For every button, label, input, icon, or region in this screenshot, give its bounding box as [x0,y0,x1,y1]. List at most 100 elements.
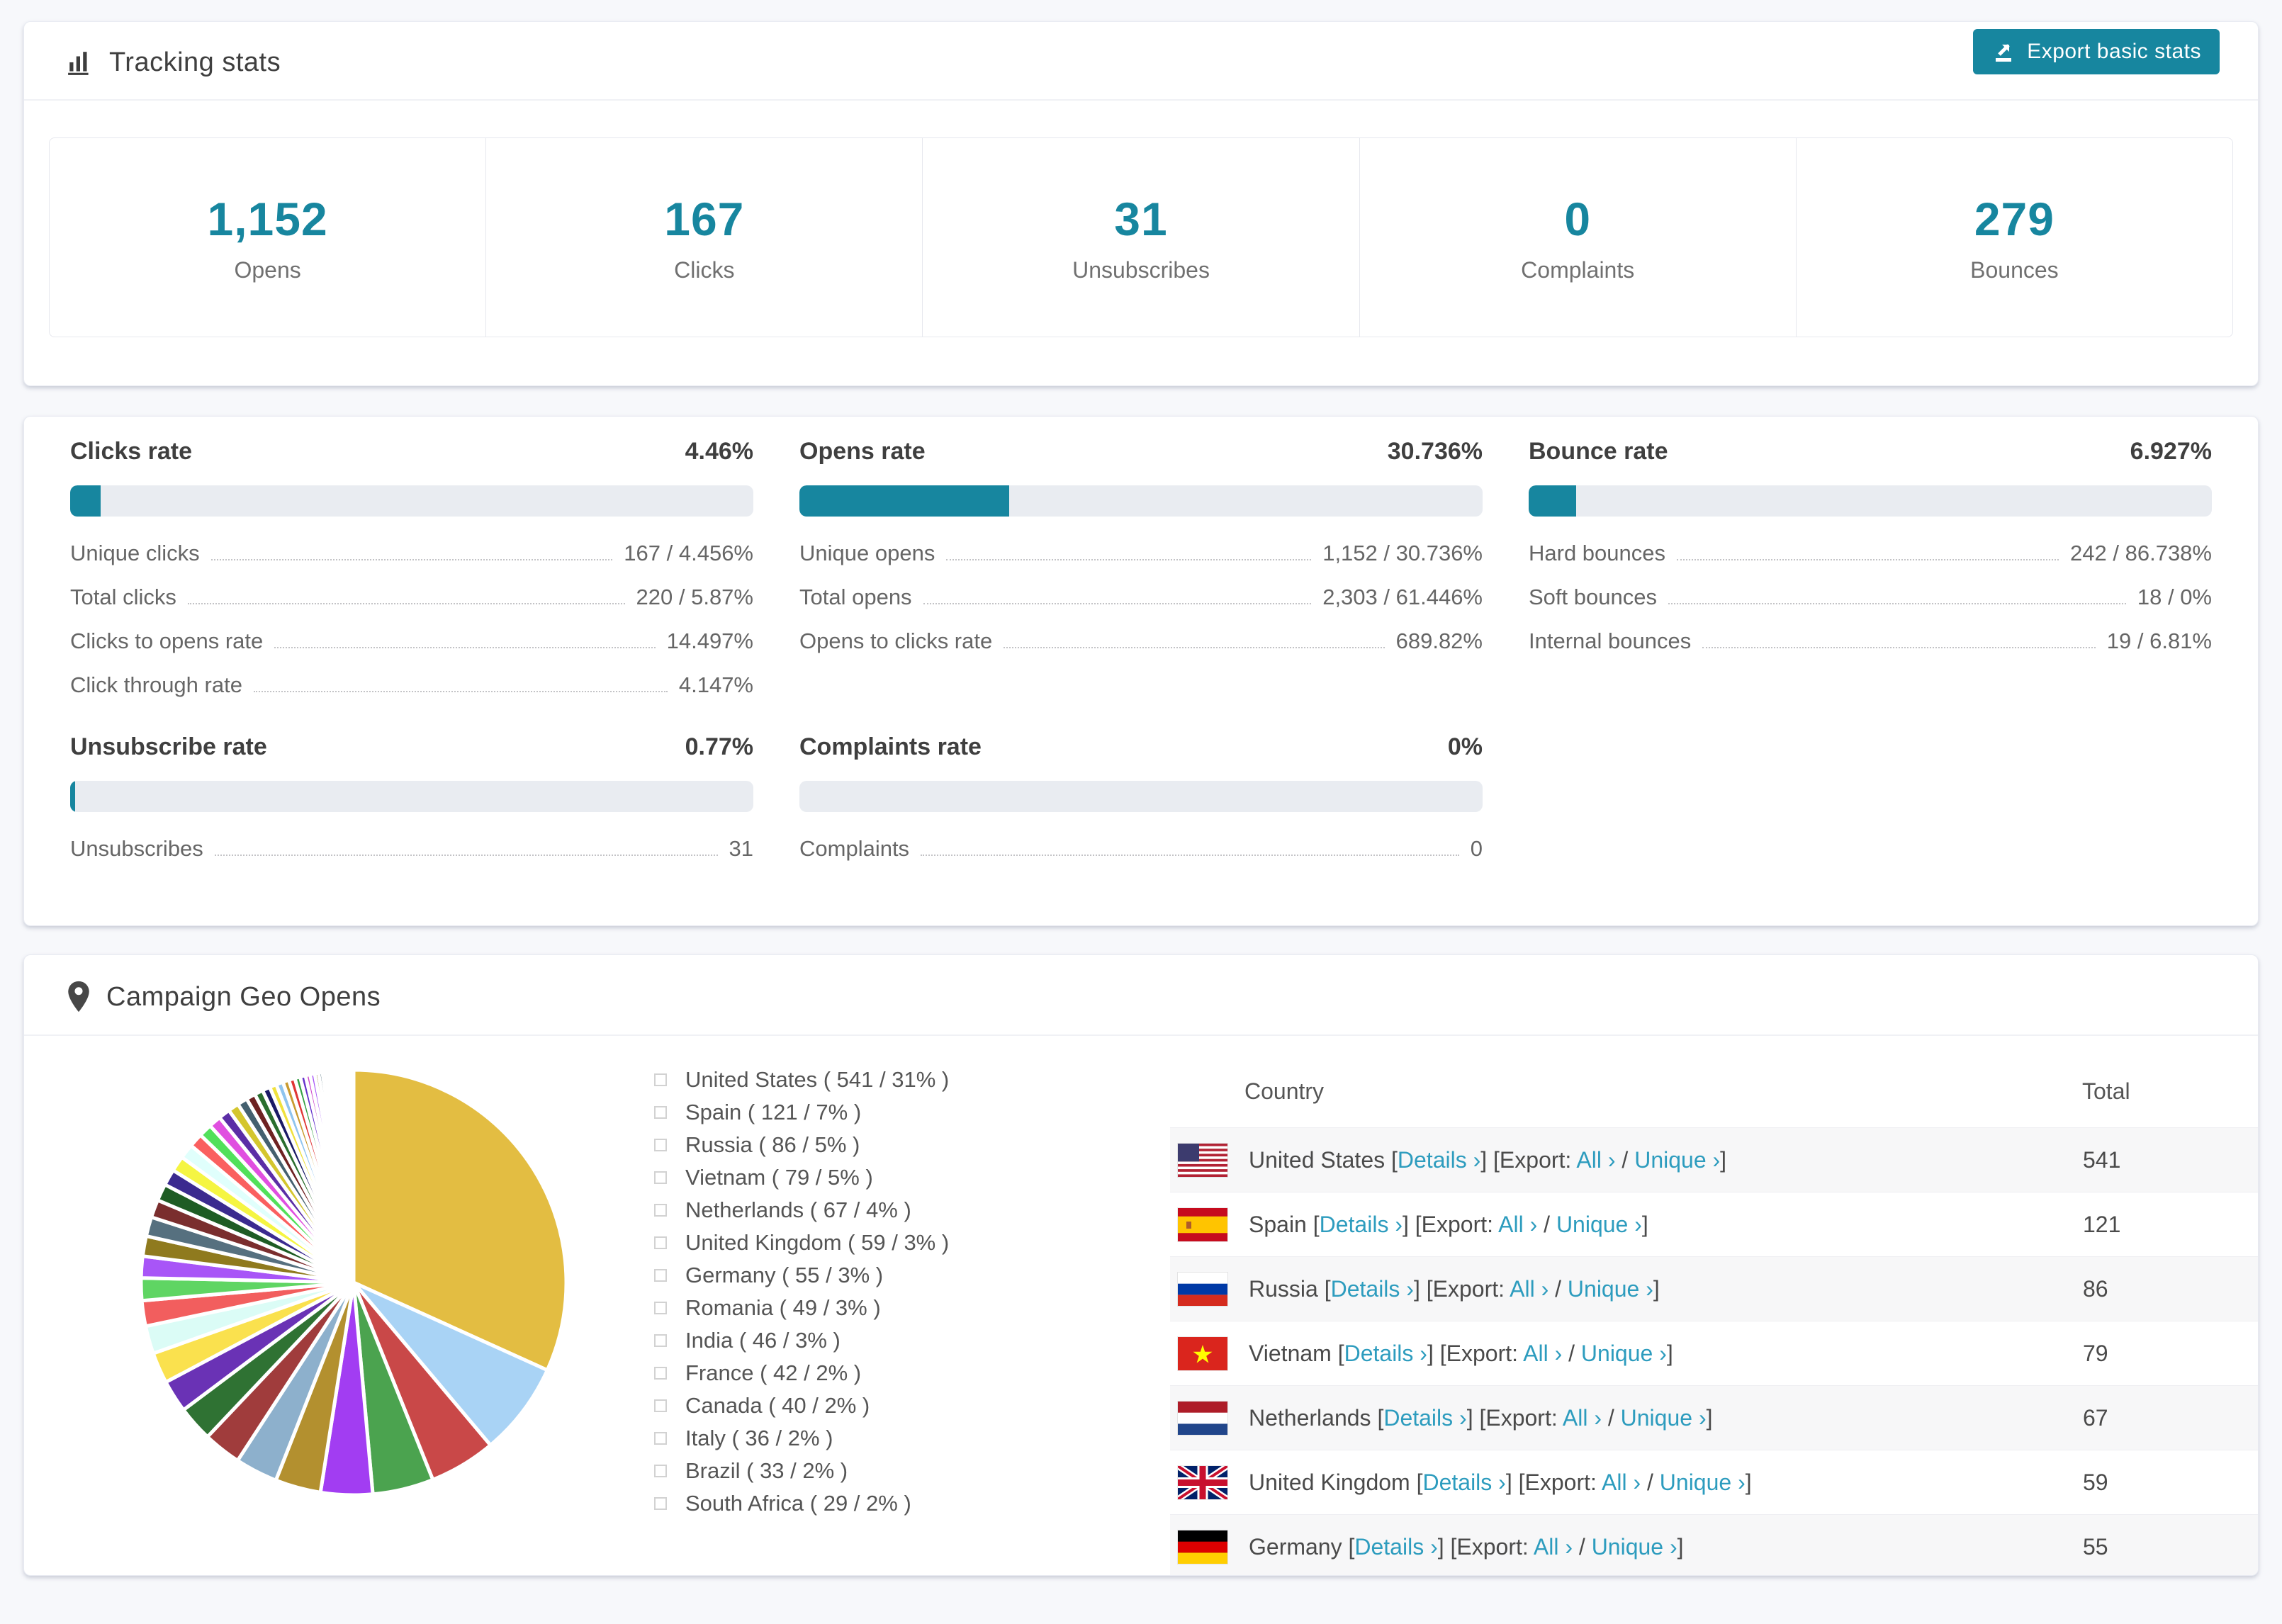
rate-detail-row: Total clicks 220 / 5.87% [70,585,753,610]
pie-slice[interactable] [351,1068,356,1283]
legend-color-swatch [654,1497,667,1510]
rate-row-value: 4.147% [678,672,753,697]
rate-title: Clicks rate [70,438,192,465]
table-row: Germany [Details ›] [Export: All › / Uni… [1170,1514,2258,1575]
rate-progress-fill [70,485,101,517]
stat-value: 1,152 [207,192,328,245]
total-cell: 55 [2083,1533,2108,1560]
legend-label: South Africa ( 29 / 2% ) [685,1491,911,1516]
legend-item: Germany ( 55 / 3% ) [654,1263,949,1288]
export-label: Export: [1421,1211,1494,1237]
country-column-header: Country [1244,1078,1325,1104]
summary-stat: 0 Complaints [1360,138,1797,337]
details-link[interactable]: Details › [1344,1341,1427,1366]
tracking-stats-card: Tracking stats Export basic stats 1,152 … [23,21,2259,386]
export-all-link[interactable]: All › [1576,1147,1615,1173]
export-label: Export: [1446,1340,1518,1366]
export-label: Export: [1524,1469,1597,1495]
total-cell: 79 [2083,1340,2108,1366]
legend-color-swatch [654,1302,667,1314]
dotted-leader [1677,559,2059,560]
country-name: United States [1249,1146,1386,1173]
legend-color-swatch [654,1139,667,1151]
rate-value: 4.46% [685,438,753,465]
table-row: Vietnam [Details ›] [Export: All › / Uni… [1170,1321,2258,1386]
details-link[interactable]: Details › [1331,1276,1414,1302]
table-row: Russia [Details ›] [Export: All › / Uniq… [1170,1256,2258,1321]
legend-color-swatch [654,1236,667,1249]
export-unique-link[interactable]: Unique › [1634,1147,1720,1173]
export-basic-stats-button[interactable]: Export basic stats [1973,29,2220,74]
dotted-leader [187,603,625,604]
details-link[interactable]: Details › [1320,1212,1403,1237]
table-row: United Kingdom [Details ›] [Export: All … [1170,1450,2258,1515]
legend-item: Italy ( 36 / 2% ) [654,1426,949,1451]
rate-detail-row: Hard bounces 242 / 86.738% [1529,541,2212,566]
dotted-leader [274,647,656,648]
rate-progress-bar [799,781,1483,812]
export-all-link[interactable]: All › [1602,1470,1641,1495]
rate-block: Unsubscribe rate 0.77% Unsubscribes 31 [70,733,753,862]
rate-row-label: Complaints [799,836,910,861]
details-link[interactable]: Details › [1422,1470,1505,1495]
rate-row-value: 19 / 6.81% [2106,628,2212,653]
export-all-link[interactable]: All › [1563,1405,1602,1431]
rate-value: 0.77% [685,733,753,760]
export-all-link[interactable]: All › [1510,1276,1548,1302]
export-all-link[interactable]: All › [1534,1534,1573,1560]
rate-title: Bounce rate [1529,438,1668,465]
legend-item: Spain ( 121 / 7% ) [654,1100,949,1125]
export-unique-link[interactable]: Unique › [1568,1276,1653,1302]
export-unique-link[interactable]: Unique › [1621,1405,1707,1431]
legend-label: United Kingdom ( 59 / 3% ) [685,1230,950,1255]
export-all-link[interactable]: All › [1523,1341,1562,1366]
rate-row-label: Total clicks [70,585,176,609]
export-unique-link[interactable]: Unique › [1556,1212,1642,1237]
country-name: Germany [1249,1533,1342,1560]
country-flag [1178,1401,1227,1435]
legend-color-swatch [654,1106,667,1119]
geo-body: United States ( 541 / 31% ) Spain ( 121 … [24,1036,2258,1575]
legend-item: Netherlands ( 67 / 4% ) [654,1197,949,1223]
rate-block: Complaints rate 0% Complaints 0 [799,733,1483,862]
rate-title: Opens rate [799,438,926,465]
table-row: Netherlands [Details ›] [Export: All › /… [1170,1385,2258,1450]
stat-label: Bounces [1970,256,2059,283]
legend-color-swatch [654,1073,667,1086]
export-unique-link[interactable]: Unique › [1660,1470,1746,1495]
summary-stat: 31 Unsubscribes [923,138,1360,337]
export-all-link[interactable]: All › [1498,1212,1537,1237]
details-link[interactable]: Details › [1354,1534,1437,1560]
page: { "accent_color": "#17869f", "link_color… [0,21,2282,1624]
summary-stats-row: 1,152 Opens 167 Clicks 31 Unsubscribes 0… [49,137,2233,337]
legend-label: Canada ( 40 / 2% ) [685,1393,870,1418]
country-flag [1178,1143,1227,1177]
export-label: Export: [1499,1146,1572,1173]
dotted-leader [923,603,1312,604]
total-column-header: Total [2082,1078,2130,1104]
export-label: Export: [1456,1533,1529,1560]
legend-color-swatch [654,1171,667,1184]
total-cell: 67 [2083,1404,2108,1431]
rate-detail-row: Soft bounces 18 / 0% [1529,585,2212,610]
legend-color-swatch [654,1432,667,1445]
details-link[interactable]: Details › [1383,1405,1466,1431]
stat-value: 0 [1564,192,1592,245]
tracking-stats-header: Tracking stats Export basic stats [24,22,2258,101]
total-cell: 121 [2083,1211,2121,1237]
details-link[interactable]: Details › [1398,1147,1480,1173]
country-name: Netherlands [1249,1404,1371,1431]
country-name: Vietnam [1249,1340,1332,1366]
export-unique-link[interactable]: Unique › [1581,1341,1667,1366]
export-unique-link[interactable]: Unique › [1592,1534,1677,1560]
total-cell: 59 [2083,1469,2108,1495]
rate-detail-row: Unique opens 1,152 / 30.736% [799,541,1483,566]
legend-label: Germany ( 55 / 3% ) [685,1263,884,1287]
legend-item: Brazil ( 33 / 2% ) [654,1458,949,1484]
rate-row-label: Unique clicks [70,541,200,565]
rate-row-label: Clicks to opens rate [70,628,264,653]
rate-progress-fill [799,485,1010,517]
geo-header: Campaign Geo Opens [24,955,2258,1036]
rate-progress-fill [1529,485,1576,517]
rate-row-value: 220 / 5.87% [636,585,753,609]
